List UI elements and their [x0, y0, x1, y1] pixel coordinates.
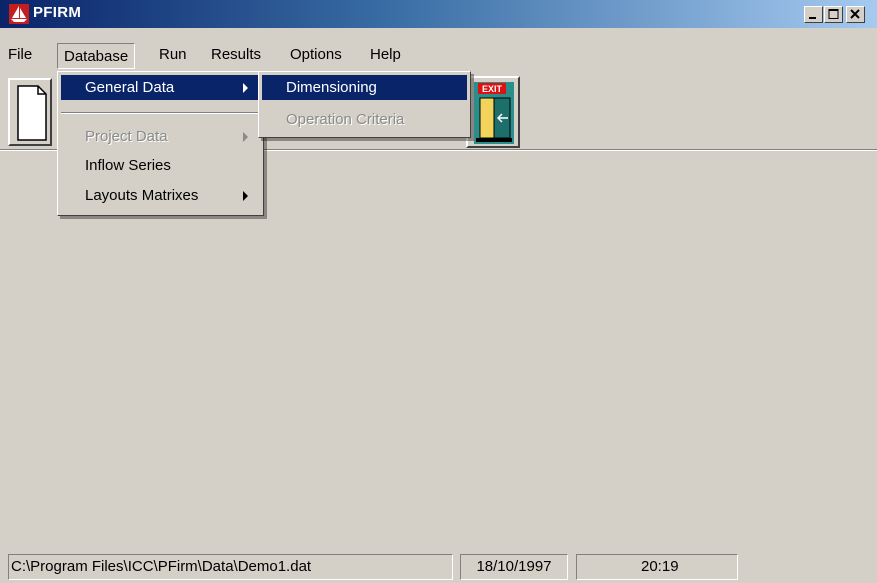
- maximize-button[interactable]: [824, 6, 843, 23]
- menu-item-layouts-matrixes[interactable]: Layouts Matrixes: [61, 183, 260, 208]
- menu-item-general-data[interactable]: General Data: [61, 75, 260, 100]
- new-file-button[interactable]: [8, 78, 52, 146]
- general-data-label: General Data: [85, 79, 175, 96]
- menu-item-inflow-series[interactable]: Inflow Series: [61, 153, 260, 178]
- operation-criteria-label: Operation Criteria: [286, 111, 405, 128]
- submenu-arrow-icon: [243, 83, 248, 93]
- menu-bar: File Database Run Results Options Help: [0, 38, 877, 69]
- layouts-matrixes-label: Layouts Matrixes: [85, 187, 199, 204]
- menu-item-operation-criteria: Operation Criteria: [262, 107, 467, 132]
- submenu-arrow-icon: [243, 132, 248, 142]
- menu-separator: [61, 112, 260, 114]
- exit-button[interactable]: EXIT: [466, 76, 520, 148]
- dimensioning-label: Dimensioning: [286, 79, 377, 96]
- menu-file[interactable]: File: [2, 42, 38, 68]
- new-document-icon: [17, 85, 47, 141]
- title-bar[interactable]: PFIRM: [0, 0, 877, 28]
- menu-run[interactable]: Run: [153, 42, 193, 68]
- exit-label: EXIT: [482, 84, 503, 94]
- sailboat-icon: [9, 4, 29, 24]
- project-data-label: Project Data: [85, 128, 168, 145]
- status-date: 18/10/1997: [460, 554, 568, 580]
- minimize-button[interactable]: [804, 6, 823, 23]
- status-time: 20:19: [576, 554, 738, 580]
- minimize-icon: [809, 17, 816, 19]
- status-file-path: C:\Program Files\ICC\PFirm\Data\Demo1.da…: [8, 554, 453, 580]
- menu-help[interactable]: Help: [364, 42, 407, 68]
- menu-database[interactable]: Database: [57, 43, 136, 69]
- close-icon: [850, 9, 860, 19]
- menu-results[interactable]: Results: [205, 42, 267, 68]
- menu-item-project-data: Project Data: [61, 124, 260, 149]
- menu-options[interactable]: Options: [284, 42, 348, 68]
- maximize-icon: [828, 9, 839, 19]
- general-data-submenu: Dimensioning Operation Criteria: [258, 71, 471, 138]
- window-title: PFIRM: [33, 4, 82, 21]
- menu-item-dimensioning[interactable]: Dimensioning: [262, 75, 467, 100]
- exit-door-icon: EXIT: [474, 82, 514, 144]
- database-menu: General Data Project Data Inflow Series …: [57, 71, 264, 216]
- close-button[interactable]: [846, 6, 865, 23]
- inflow-series-label: Inflow Series: [85, 157, 171, 174]
- submenu-arrow-icon: [243, 191, 248, 201]
